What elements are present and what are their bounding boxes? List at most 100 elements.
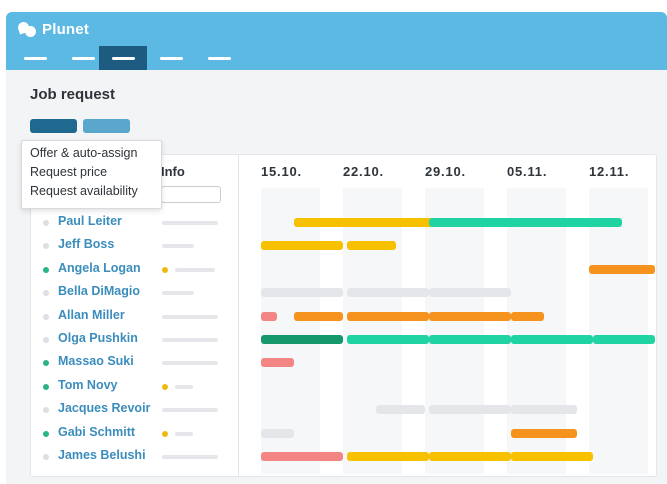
info-placeholder-bar	[162, 244, 194, 249]
booking-bar[interactable]	[375, 405, 425, 415]
booking-bar[interactable]	[347, 311, 430, 321]
resource-row[interactable]: Jacques Revoir	[31, 398, 238, 421]
menu-item-offer-auto-assign[interactable]: Offer & auto-assign	[30, 146, 137, 160]
availability-dot-icon	[43, 337, 49, 343]
resource-name[interactable]: Angela Logan	[58, 261, 141, 275]
availability-dot-icon	[43, 360, 49, 367]
secondary-action-button[interactable]	[83, 119, 130, 133]
booking-bar[interactable]	[593, 335, 655, 344]
nav-tab-5[interactable]	[195, 46, 243, 70]
booking-bar[interactable]	[261, 311, 278, 321]
booking-bar[interactable]	[511, 311, 544, 321]
week-date-header: 15.10.	[261, 164, 302, 179]
week-column	[589, 188, 648, 474]
top-bar: Plunet	[6, 12, 667, 70]
booking-bar[interactable]	[261, 452, 343, 461]
booking-bar[interactable]	[511, 428, 577, 438]
booking-bar[interactable]	[429, 335, 512, 344]
resource-name[interactable]: Paul Leiter	[58, 214, 122, 228]
resource-name[interactable]: Bella DiMagio	[58, 284, 140, 298]
info-placeholder-bar	[162, 455, 218, 459]
resource-row[interactable]: Allan Miller	[31, 305, 238, 328]
resource-name[interactable]: Massao Suki	[58, 354, 134, 368]
booking-bar[interactable]	[347, 241, 397, 251]
resource-row[interactable]: Massao Suki	[31, 351, 238, 374]
availability-dot-icon	[43, 290, 49, 297]
availability-dot-icon	[43, 454, 49, 460]
booking-bar[interactable]	[511, 218, 598, 227]
resource-name[interactable]: James Belushi	[58, 448, 146, 462]
resource-name[interactable]: Gabi Schmitt	[58, 425, 135, 439]
nav-tab-4[interactable]	[147, 46, 195, 70]
booking-bar[interactable]	[589, 264, 655, 274]
info-placeholder-bar	[162, 291, 194, 296]
info-placeholder-bar	[162, 338, 218, 342]
page-title: Job request	[30, 86, 116, 103]
resource-row[interactable]: Bella DiMagio	[31, 281, 238, 304]
resource-row[interactable]: Tom Novy	[31, 375, 238, 398]
booking-bar[interactable]	[429, 452, 512, 461]
app-window: Plunet Job request Info Paul Leiter Jeff …	[6, 12, 667, 484]
booking-bar[interactable]	[593, 218, 622, 227]
status-dot-icon	[162, 383, 168, 390]
booking-bar[interactable]	[261, 335, 343, 344]
resource-name[interactable]: Allan Miller	[58, 308, 125, 322]
booking-bar[interactable]	[347, 288, 430, 298]
booking-bar[interactable]	[261, 241, 343, 251]
booking-bar[interactable]	[347, 335, 430, 344]
availability-dot-icon	[43, 220, 49, 226]
nav-dash-icon	[159, 56, 183, 60]
info-placeholder-bar	[175, 267, 215, 272]
availability-dot-icon	[43, 383, 49, 390]
resource-name[interactable]: Jacques Revoir	[58, 401, 150, 415]
nav-dash-icon	[111, 56, 135, 60]
booking-bar[interactable]	[511, 405, 577, 415]
booking-bar[interactable]	[511, 452, 594, 461]
booking-bar[interactable]	[429, 405, 512, 415]
info-placeholder-bar	[162, 408, 218, 413]
action-dropdown-menu: Offer & auto-assign Request price Reques…	[21, 140, 162, 209]
booking-bar[interactable]	[429, 311, 512, 321]
menu-item-request-price[interactable]: Request price	[30, 165, 107, 179]
booking-bar[interactable]	[293, 311, 343, 321]
plunet-logo[interactable]: Plunet	[16, 19, 90, 38]
booking-bar[interactable]	[511, 335, 594, 344]
booking-bar[interactable]	[347, 218, 434, 227]
availability-dot-icon	[43, 313, 49, 320]
week-date-header: 22.10.	[343, 164, 384, 179]
resource-name[interactable]: Olga Pushkin	[58, 331, 138, 345]
resource-row[interactable]: Jeff Boss	[31, 234, 238, 257]
primary-action-button[interactable]	[30, 119, 77, 133]
week-date-header: 29.10.	[425, 164, 466, 179]
booking-bar[interactable]	[261, 358, 294, 368]
info-placeholder-bar	[162, 221, 218, 225]
week-column	[425, 188, 484, 474]
info-placeholder-bar	[175, 431, 193, 436]
booking-bar[interactable]	[261, 288, 343, 298]
availability-dot-icon	[43, 407, 49, 414]
week-column	[343, 188, 402, 474]
resource-row[interactable]: Olga Pushkin	[31, 328, 238, 351]
info-placeholder-bar	[175, 384, 193, 389]
booking-bar[interactable]	[261, 428, 294, 438]
nav-dash-icon	[23, 56, 47, 60]
nav-tab-1[interactable]	[11, 46, 59, 70]
booking-bar[interactable]	[293, 218, 352, 227]
resource-name[interactable]: Jeff Boss	[58, 237, 114, 251]
app-name: Plunet	[42, 21, 90, 38]
resource-name[interactable]: Tom Novy	[58, 378, 118, 392]
week-date-header: 05.11.	[507, 164, 548, 179]
menu-item-request-availability[interactable]: Request availability	[30, 184, 138, 198]
booking-bar[interactable]	[347, 452, 430, 461]
availability-dot-icon	[43, 243, 49, 250]
info-filter-input[interactable]	[161, 186, 221, 203]
nav-tab-3[interactable]	[99, 46, 147, 70]
booking-bar[interactable]	[429, 218, 516, 227]
resource-row[interactable]: Gabi Schmitt	[31, 422, 238, 445]
resource-row[interactable]: Angela Logan	[31, 258, 238, 281]
info-column-header: Info	[161, 164, 185, 179]
resource-row[interactable]: Paul Leiter	[31, 211, 238, 234]
resource-row[interactable]: James Belushi	[31, 445, 238, 468]
availability-dot-icon	[43, 430, 49, 437]
booking-bar[interactable]	[429, 288, 512, 298]
